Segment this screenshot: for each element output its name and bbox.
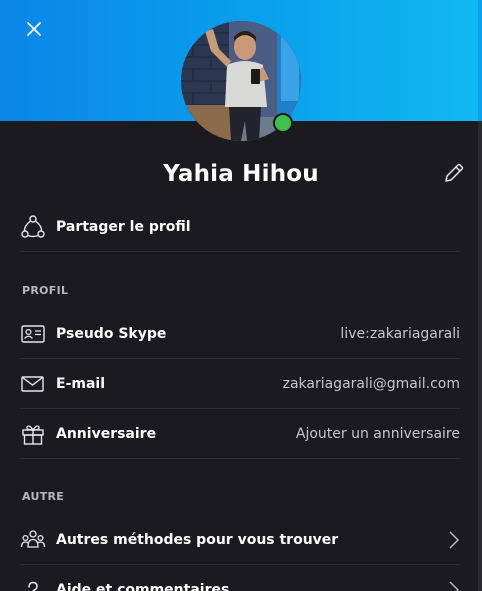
share-icon bbox=[20, 213, 48, 241]
display-name: Yahia Hihou bbox=[163, 161, 319, 187]
email-row[interactable]: E-mail zakariagarali@gmail.com bbox=[20, 359, 460, 409]
help-feedback-row[interactable]: Aide et commentaires bbox=[20, 565, 460, 591]
skype-name-row[interactable]: Pseudo Skype live:zakariagarali bbox=[20, 309, 460, 359]
find-methods-label: Autres méthodes pour vous trouver bbox=[56, 531, 339, 548]
find-methods-row[interactable]: Autres méthodes pour vous trouver bbox=[20, 515, 460, 565]
close-button[interactable] bbox=[20, 15, 48, 43]
email-label: E-mail bbox=[56, 375, 106, 392]
chevron-right-icon bbox=[448, 530, 460, 550]
add-birthday-link[interactable]: Ajouter un anniversaire bbox=[296, 426, 460, 442]
contact-card-icon bbox=[20, 320, 48, 348]
skype-name-value: live:zakariagarali bbox=[340, 325, 460, 342]
avatar-container[interactable] bbox=[181, 21, 301, 141]
people-icon bbox=[20, 526, 48, 554]
gift-icon bbox=[20, 420, 48, 448]
question-icon bbox=[20, 576, 48, 591]
chevron-right-icon bbox=[448, 580, 460, 591]
email-value: zakariagarali@gmail.com bbox=[282, 375, 460, 392]
birthday-label: Anniversaire bbox=[56, 425, 157, 442]
pencil-icon bbox=[445, 163, 464, 182]
edit-profile-button[interactable] bbox=[440, 159, 468, 187]
birthday-row[interactable]: Anniversaire Ajouter un anniversaire bbox=[20, 409, 460, 459]
other-section-title: AUTRE bbox=[22, 490, 65, 503]
share-profile-row[interactable]: Partager le profil bbox=[20, 202, 460, 252]
window-edge bbox=[478, 0, 482, 591]
presence-online-indicator bbox=[273, 113, 293, 133]
mail-icon bbox=[20, 370, 48, 398]
profile-section-title: PROFIL bbox=[22, 284, 69, 297]
skype-name-label: Pseudo Skype bbox=[56, 325, 167, 342]
profile-name-row: Yahia Hihou bbox=[0, 156, 478, 192]
help-feedback-label: Aide et commentaires bbox=[56, 581, 230, 591]
close-icon bbox=[27, 22, 41, 36]
share-profile-label: Partager le profil bbox=[56, 218, 191, 235]
profile-panel: Yahia Hihou Partager le profil PROFIL Ps… bbox=[0, 0, 478, 591]
